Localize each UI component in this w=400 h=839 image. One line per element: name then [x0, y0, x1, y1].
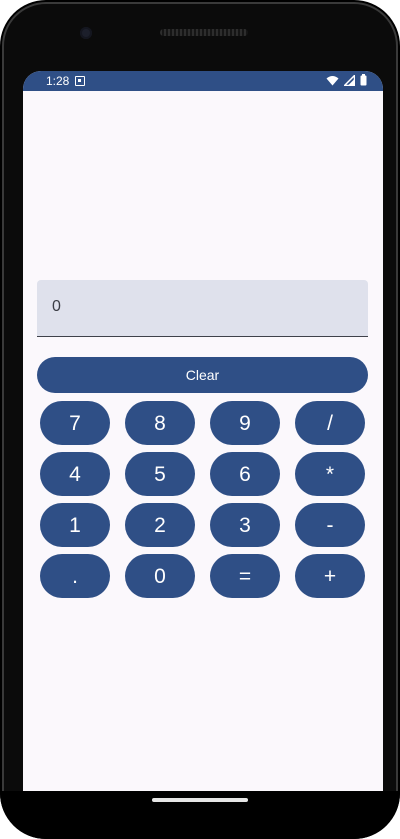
key-subtract[interactable]: -	[295, 503, 365, 547]
key-1[interactable]: 1	[40, 503, 110, 547]
key-divide[interactable]: /	[295, 401, 365, 445]
key-0[interactable]: 0	[125, 554, 195, 598]
key-6[interactable]: 6	[210, 452, 280, 496]
status-bar: 1:28	[23, 71, 383, 91]
calculator-display[interactable]: 0	[37, 280, 368, 337]
front-camera	[80, 27, 92, 39]
status-icons	[326, 74, 367, 86]
key-9[interactable]: 9	[210, 401, 280, 445]
home-indicator[interactable]	[152, 798, 248, 802]
key-3[interactable]: 3	[210, 503, 280, 547]
app-screen: 1:28 0 Clear 7 8 9 / 4 5 6 * 1 2 3 - . 0…	[23, 71, 383, 791]
status-time: 1:28	[46, 74, 70, 88]
key-add[interactable]: +	[295, 554, 365, 598]
keypad: 7 8 9 / 4 5 6 * 1 2 3 - . 0 = +	[40, 401, 365, 601]
key-5[interactable]: 5	[125, 452, 195, 496]
key-2[interactable]: 2	[125, 503, 195, 547]
phone-frame: 1:28 0 Clear 7 8 9 / 4 5 6 * 1 2 3 - . 0…	[0, 0, 400, 839]
clear-button[interactable]: Clear	[37, 357, 368, 393]
key-4[interactable]: 4	[40, 452, 110, 496]
key-multiply[interactable]: *	[295, 452, 365, 496]
key-decimal[interactable]: .	[40, 554, 110, 598]
display-value: 0	[52, 298, 61, 315]
battery-icon	[360, 74, 367, 86]
earpiece-speaker	[160, 29, 248, 36]
sim-card-icon	[75, 76, 85, 86]
key-7[interactable]: 7	[40, 401, 110, 445]
key-equals[interactable]: =	[210, 554, 280, 598]
wifi-icon	[326, 75, 339, 85]
key-8[interactable]: 8	[125, 401, 195, 445]
cell-signal-icon	[344, 74, 355, 86]
